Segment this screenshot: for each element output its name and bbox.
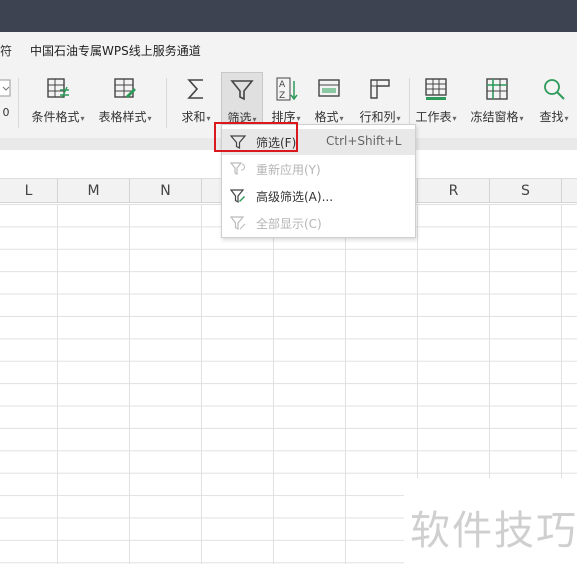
- row-column-label: 行和列: [359, 110, 396, 124]
- menu-item-advanced-filter[interactable]: 高级筛选(A)...: [222, 183, 415, 209]
- grid-line: [273, 204, 274, 564]
- service-channel-tab[interactable]: 中国石油专属WPS线上服务通道: [30, 42, 201, 59]
- chevron-down-icon: ▾: [452, 114, 457, 123]
- highlight-box: [214, 122, 298, 152]
- menu-item-reapply[interactable]: 重新应用(Y): [222, 156, 415, 182]
- reapply-filter-icon: [230, 162, 246, 175]
- format-button[interactable]: 格式▾: [310, 72, 348, 132]
- column-header-l[interactable]: L: [0, 179, 58, 203]
- shortcut-label: Ctrl+Shift+L: [326, 134, 402, 148]
- row-column-button[interactable]: 行和列▾: [354, 72, 406, 132]
- table-style-label: 表格样式: [98, 110, 147, 124]
- ribbon-separator: [166, 78, 167, 128]
- filter-button[interactable]: 筛选▾: [221, 72, 263, 125]
- freeze-panes-icon: [486, 78, 508, 100]
- grid-line: [129, 204, 130, 564]
- watermark: 软件技巧: [404, 478, 577, 564]
- conditional-format-button[interactable]: 条件格式▾: [26, 72, 90, 132]
- svg-text:Z: Z: [279, 91, 285, 101]
- conditional-format-label: 条件格式: [31, 110, 80, 124]
- grid-line: [345, 204, 346, 564]
- svg-text:A: A: [279, 80, 286, 90]
- find-button[interactable]: 查找▾: [534, 72, 574, 132]
- table-style-icon: [114, 78, 136, 98]
- sigma-icon: [187, 79, 203, 99]
- show-all-icon: [230, 216, 246, 231]
- worksheet-icon: [425, 78, 447, 100]
- worksheet-button[interactable]: 工作表▾: [412, 72, 460, 132]
- sort-az-icon: A Z: [276, 77, 298, 101]
- chevron-down-icon: ▾: [206, 114, 211, 123]
- row-column-icon: [370, 79, 390, 99]
- column-header-r[interactable]: R: [418, 179, 490, 203]
- ribbon-separator: [409, 78, 410, 128]
- menu-item-show-all[interactable]: 全部显示(C): [222, 210, 415, 236]
- title-bar: [0, 0, 577, 32]
- sum-button[interactable]: 求和▾: [176, 72, 216, 132]
- freeze-panes-label: 冻结窗格: [470, 110, 519, 124]
- column-header-n[interactable]: N: [130, 179, 202, 203]
- watermark-text: 软件技巧: [410, 508, 577, 554]
- freeze-panes-button[interactable]: 冻结窗格▾: [466, 72, 528, 132]
- advanced-filter-icon: [230, 189, 245, 204]
- grid-line: [57, 204, 58, 564]
- worksheet-label: 工作表: [415, 110, 452, 124]
- chevron-down-icon: ▾: [396, 114, 401, 123]
- table-style-button[interactable]: 表格样式▾: [94, 72, 156, 132]
- chevron-down-icon: ▾: [519, 114, 524, 123]
- chevron-down-icon: ▾: [564, 114, 569, 123]
- conditional-format-icon: [47, 78, 69, 99]
- column-header-next[interactable]: [562, 179, 577, 203]
- filter-icon: [230, 80, 254, 101]
- chevron-down-icon: ▾: [339, 114, 344, 123]
- format-icon: [318, 79, 340, 97]
- format-label: 格式: [314, 110, 339, 124]
- sum-label: 求和: [181, 110, 206, 124]
- dropdown-partial-icon: [0, 79, 11, 97]
- chevron-down-icon: ▾: [80, 114, 85, 123]
- partial-label: 0: [2, 106, 10, 119]
- grid-line: [201, 204, 202, 564]
- column-header-m[interactable]: M: [58, 179, 130, 203]
- search-icon: [544, 79, 565, 100]
- chevron-down-icon: ▾: [147, 114, 152, 123]
- find-label: 查找: [539, 110, 564, 124]
- column-header-s[interactable]: S: [490, 179, 562, 203]
- tab-fragment[interactable]: 符: [0, 42, 12, 59]
- ribbon-separator: [18, 78, 19, 128]
- partial-dropdown[interactable]: 0: [0, 72, 12, 132]
